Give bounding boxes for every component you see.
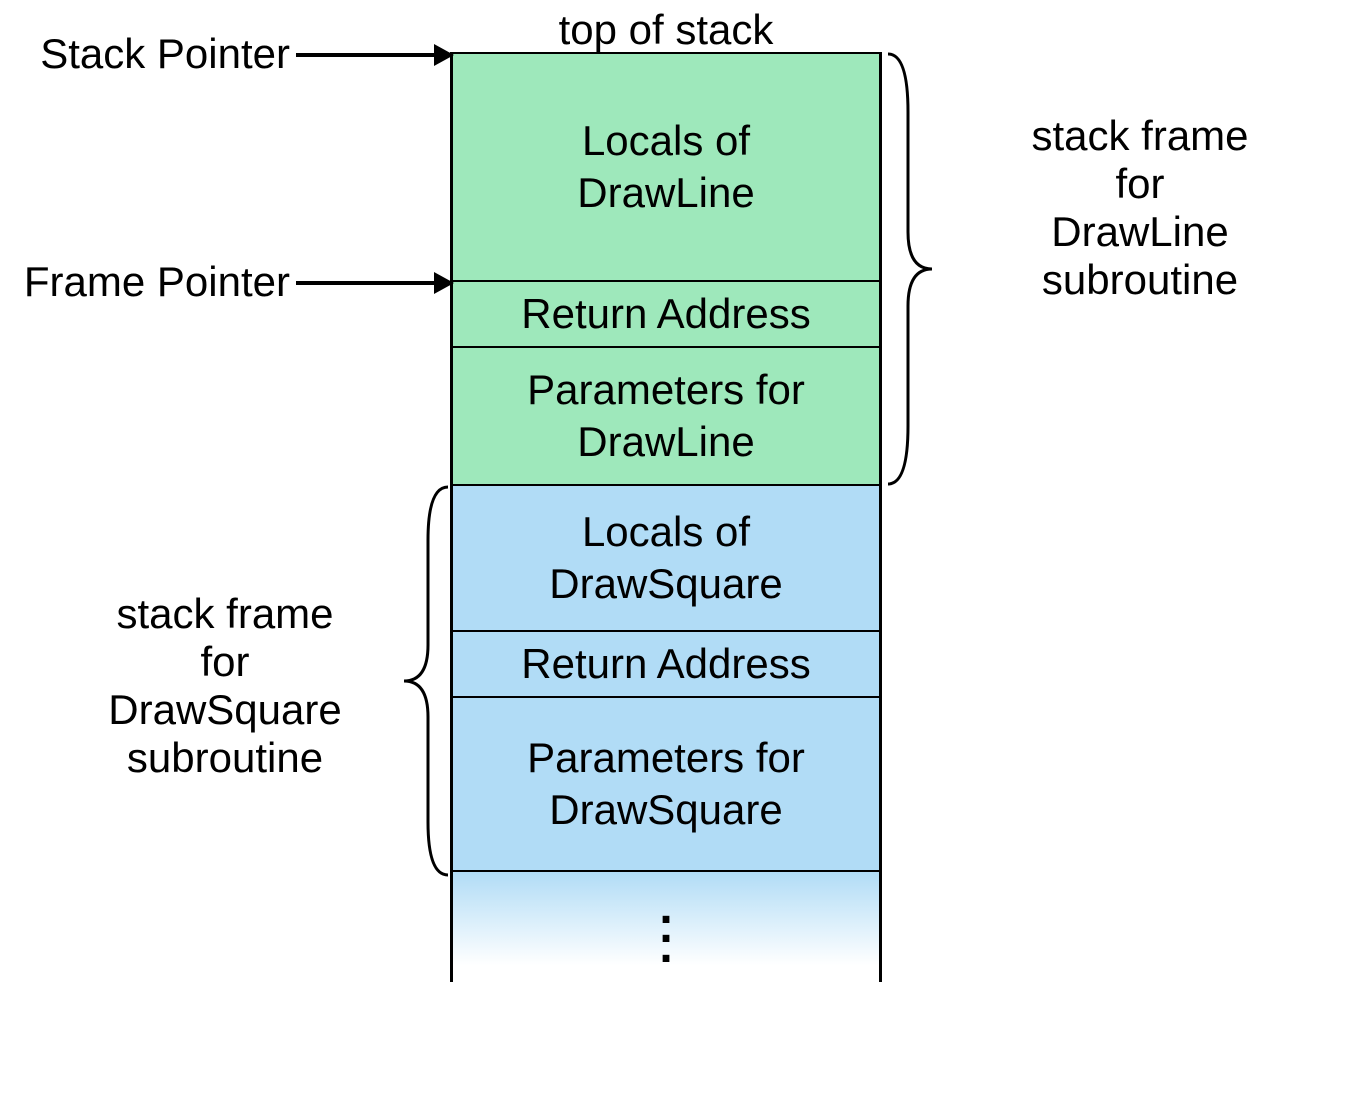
cell-text: Locals of DrawSquare bbox=[549, 506, 782, 611]
drawline-frame-annotation: stack frame for DrawLine subroutine bbox=[930, 112, 1350, 304]
top-of-stack-label: top of stack bbox=[450, 6, 882, 54]
cell-text: Return Address bbox=[521, 288, 811, 341]
stack-continues-fade: ... bbox=[453, 872, 879, 982]
stack-pointer-arrow bbox=[296, 40, 454, 70]
drawsquare-params-cell: Parameters for DrawSquare bbox=[453, 696, 879, 872]
drawsquare-frame-annotation: stack frame for DrawSquare subroutine bbox=[60, 590, 390, 782]
cell-text: Return Address bbox=[521, 638, 811, 691]
drawline-locals-cell: Locals of DrawLine bbox=[453, 52, 879, 280]
annotation-text: stack frame for DrawSquare subroutine bbox=[108, 590, 341, 781]
drawsquare-locals-cell: Locals of DrawSquare bbox=[453, 484, 879, 630]
stack-diagram: top of stack Locals of DrawLine Return A… bbox=[0, 0, 1368, 1116]
frame-pointer-arrow bbox=[296, 268, 454, 298]
brace-left-icon bbox=[400, 485, 450, 877]
drawsquare-return-cell: Return Address bbox=[453, 630, 879, 696]
frame-pointer-label: Frame Pointer bbox=[10, 258, 290, 306]
cell-text: Locals of DrawLine bbox=[577, 115, 754, 220]
call-stack-column: Locals of DrawLine Return Address Parame… bbox=[450, 52, 882, 982]
cell-text: Parameters for DrawLine bbox=[527, 364, 805, 469]
annotation-text: stack frame for DrawLine subroutine bbox=[1031, 112, 1248, 303]
stack-pointer-label: Stack Pointer bbox=[10, 30, 290, 78]
cell-text: Parameters for DrawSquare bbox=[527, 732, 805, 837]
ellipsis-icon: ... bbox=[659, 898, 672, 956]
drawline-params-cell: Parameters for DrawLine bbox=[453, 346, 879, 484]
brace-right-icon bbox=[886, 52, 936, 486]
drawline-return-cell: Return Address bbox=[453, 280, 879, 346]
